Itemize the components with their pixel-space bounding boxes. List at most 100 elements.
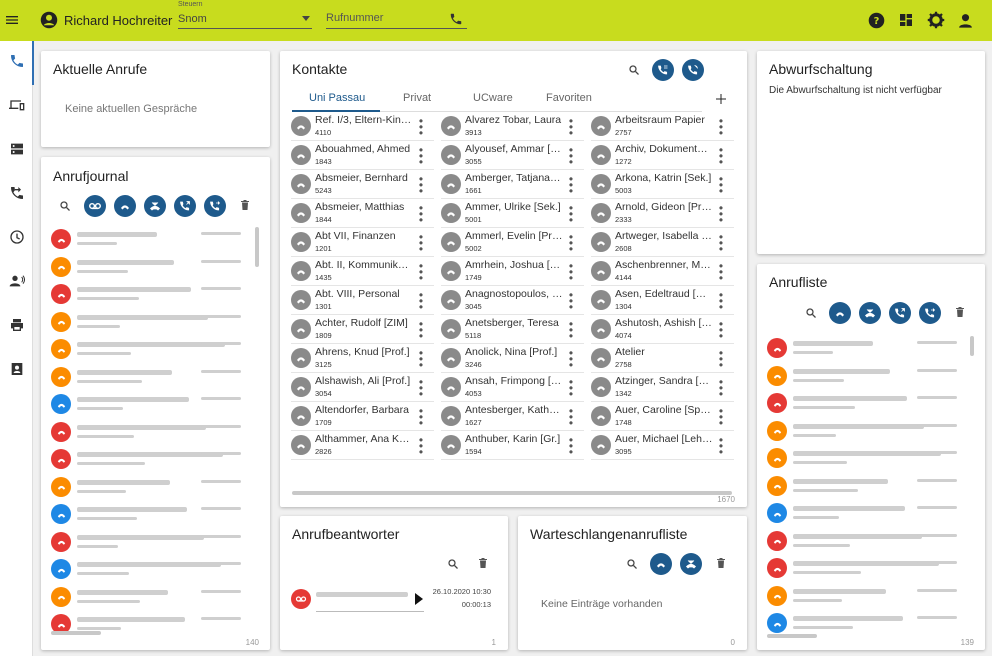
call-entry[interactable]	[767, 446, 967, 474]
account-icon[interactable]	[40, 11, 58, 29]
anrufliste-hscrollbar[interactable]	[767, 634, 817, 638]
person-icon[interactable]	[957, 12, 974, 34]
call-entry[interactable]	[51, 420, 251, 448]
search-icon[interactable]	[447, 558, 459, 570]
more-vert-icon[interactable]: • • •	[418, 318, 424, 342]
contact-call-icon[interactable]	[441, 435, 461, 455]
call-entry[interactable]	[51, 227, 251, 255]
contact-call-icon[interactable]	[591, 435, 611, 455]
contact-item[interactable]: Anetsberger, Teresa 5118 • • •	[441, 316, 584, 344]
call-entry[interactable]	[51, 310, 251, 338]
call-entry[interactable]	[51, 255, 251, 283]
journal-scrollbar[interactable]	[255, 227, 259, 267]
contact-call-icon[interactable]	[591, 319, 611, 339]
tab-favoriten[interactable]: Favoriten	[546, 92, 592, 104]
call-entry[interactable]	[767, 336, 967, 364]
trash-icon[interactable]	[954, 305, 966, 319]
contact-call-icon[interactable]	[291, 261, 311, 281]
more-vert-icon[interactable]: • • •	[718, 434, 724, 458]
incoming-filter-button[interactable]	[829, 302, 851, 324]
contact-item[interactable]: Auer, Caroline [Sprache] 1748 •••	[591, 403, 734, 431]
contact-item[interactable]: Alvarez Tobar, Laura 3913 • • •	[441, 113, 584, 141]
contact-item[interactable]: Ref. I/3, Eltern-Kindzimmer 4110 •••	[291, 113, 434, 141]
contact-call-icon[interactable]	[291, 116, 311, 136]
help-icon[interactable]: ?	[868, 12, 885, 34]
contact-item[interactable]: Alyousef, Ammar [Dr.] 3055 • • •	[441, 142, 584, 170]
contact-call-icon[interactable]	[591, 348, 611, 368]
contact-item[interactable]: Atzinger, Sandra [Red.] 1342 • • •	[591, 374, 734, 402]
tab-uni-passau[interactable]: Uni Passau	[309, 92, 365, 104]
contact-call-icon[interactable]	[591, 116, 611, 136]
more-vert-icon[interactable]: • • •	[568, 434, 574, 458]
contact-item[interactable]: Amrhein, Joshua [Dr.] 1749 • • •	[441, 258, 584, 286]
contact-item[interactable]: Atelier 2758 • • •	[591, 345, 734, 373]
incoming-filter-button[interactable]	[114, 195, 136, 217]
contact-call-icon[interactable]	[441, 290, 461, 310]
contact-item[interactable]: Asen, Edeltraud [Red.] 1304 • • •	[591, 287, 734, 315]
more-vert-icon[interactable]: • • •	[418, 144, 424, 168]
call-entry[interactable]	[767, 419, 967, 447]
call-entry[interactable]	[51, 475, 251, 503]
contact-item[interactable]: Abt. II, Kommunikation 1435 • • •	[291, 258, 434, 286]
contact-item[interactable]: Abouahmed, Ahmed 1843 • • •	[291, 142, 434, 170]
contact-call-icon[interactable]	[441, 377, 461, 397]
steuern-select[interactable]: Snom	[178, 11, 312, 29]
search-icon[interactable]	[628, 64, 640, 76]
contact-item[interactable]: Absmeier, Bernhard 5243 • • •	[291, 171, 434, 199]
contact-call-icon[interactable]	[441, 319, 461, 339]
more-vert-icon[interactable]: • • •	[418, 115, 424, 139]
dashboard-icon[interactable]	[898, 12, 914, 33]
more-vert-icon[interactable]: • • •	[718, 144, 724, 168]
call-entry[interactable]	[767, 556, 967, 584]
contact-item[interactable]: Aschenbrenner, Maria 4144 • • •	[591, 258, 734, 286]
contact-call-icon[interactable]	[291, 145, 311, 165]
voicemail-entry[interactable]: 26.10.2020 10:30 00:00:13	[291, 586, 496, 614]
missed-filter-button[interactable]	[144, 195, 166, 217]
call-entry[interactable]	[51, 585, 251, 613]
contact-call-icon[interactable]	[441, 232, 461, 252]
incoming-filter-button[interactable]	[650, 553, 672, 575]
call-entry[interactable]	[767, 584, 967, 612]
contact-item[interactable]: Antesberger, Katharina 1627 • • •	[441, 403, 584, 431]
contact-call-icon[interactable]	[591, 406, 611, 426]
search-icon[interactable]	[805, 307, 817, 319]
anrufliste-scrollbar[interactable]	[970, 336, 974, 356]
more-vert-icon[interactable]: • • •	[718, 260, 724, 284]
call-entry[interactable]	[51, 447, 251, 475]
contact-call-icon[interactable]	[291, 174, 311, 194]
contact-call-icon[interactable]	[291, 348, 311, 368]
play-icon[interactable]	[415, 593, 423, 605]
more-vert-icon[interactable]: • • •	[568, 173, 574, 197]
contact-call-icon[interactable]	[591, 377, 611, 397]
voicemail-filter-button[interactable]	[84, 195, 106, 217]
more-vert-icon[interactable]: • • •	[418, 405, 424, 429]
more-vert-icon[interactable]: • • •	[418, 173, 424, 197]
search-icon[interactable]	[626, 558, 638, 570]
more-vert-icon[interactable]: • • •	[568, 289, 574, 313]
contact-item[interactable]: Ammerl, Evelin [Prof.] 5002 • • •	[441, 229, 584, 257]
contact-call-icon[interactable]	[591, 261, 611, 281]
contact-call-icon[interactable]	[441, 348, 461, 368]
nav-history[interactable]	[0, 217, 33, 261]
more-vert-icon[interactable]: • • •	[568, 115, 574, 139]
contacts-hscrollbar[interactable]	[292, 491, 732, 495]
nav-servers[interactable]	[0, 129, 33, 173]
more-vert-icon[interactable]: • • •	[568, 260, 574, 284]
more-vert-icon[interactable]: • • •	[718, 318, 724, 342]
call-entry[interactable]	[51, 282, 251, 310]
call-entry[interactable]	[767, 391, 967, 419]
nav-contacts-call[interactable]	[0, 261, 33, 305]
more-vert-icon[interactable]: • • •	[718, 376, 724, 400]
contact-call-icon[interactable]	[591, 174, 611, 194]
more-vert-icon[interactable]: • • •	[568, 347, 574, 371]
contact-item[interactable]: Arnold, Gideon [Prof.] 2333 • • •	[591, 200, 734, 228]
more-vert-icon[interactable]: • • •	[418, 434, 424, 458]
more-vert-icon[interactable]: • • •	[418, 202, 424, 226]
more-vert-icon[interactable]: • • •	[718, 289, 724, 313]
contact-item[interactable]: Arkona, Katrin [Sek.] 5003 • • •	[591, 171, 734, 199]
add-contact-icon[interactable]	[715, 92, 727, 110]
tab-ucware[interactable]: UCware	[473, 92, 513, 104]
more-vert-icon[interactable]: • • •	[718, 115, 724, 139]
call-entry[interactable]	[51, 557, 251, 585]
call-contact-button[interactable]	[682, 59, 704, 81]
